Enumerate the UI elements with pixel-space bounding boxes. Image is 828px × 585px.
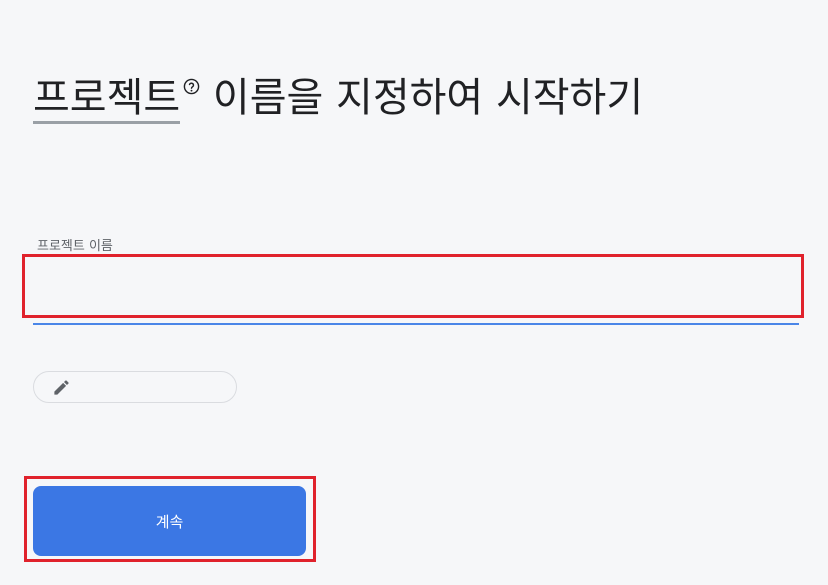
continue-button[interactable]: 계속: [33, 486, 306, 556]
help-circle-icon[interactable]: [183, 50, 200, 95]
page-title-rest: 이름을 지정하여 시작하기: [200, 75, 644, 121]
page-title: 프로젝트 이름을 지정하여 시작하기: [33, 66, 653, 130]
edit-project-id-chip[interactable]: [33, 371, 237, 403]
project-name-field-highlight: [22, 254, 804, 318]
project-name-input[interactable]: [25, 257, 801, 315]
project-term-text: 프로젝트: [33, 75, 181, 124]
project-name-label: 프로젝트 이름: [37, 239, 113, 254]
project-term-link[interactable]: 프로젝트: [33, 66, 200, 130]
project-name-underline: [33, 323, 799, 325]
pencil-icon: [52, 378, 71, 397]
